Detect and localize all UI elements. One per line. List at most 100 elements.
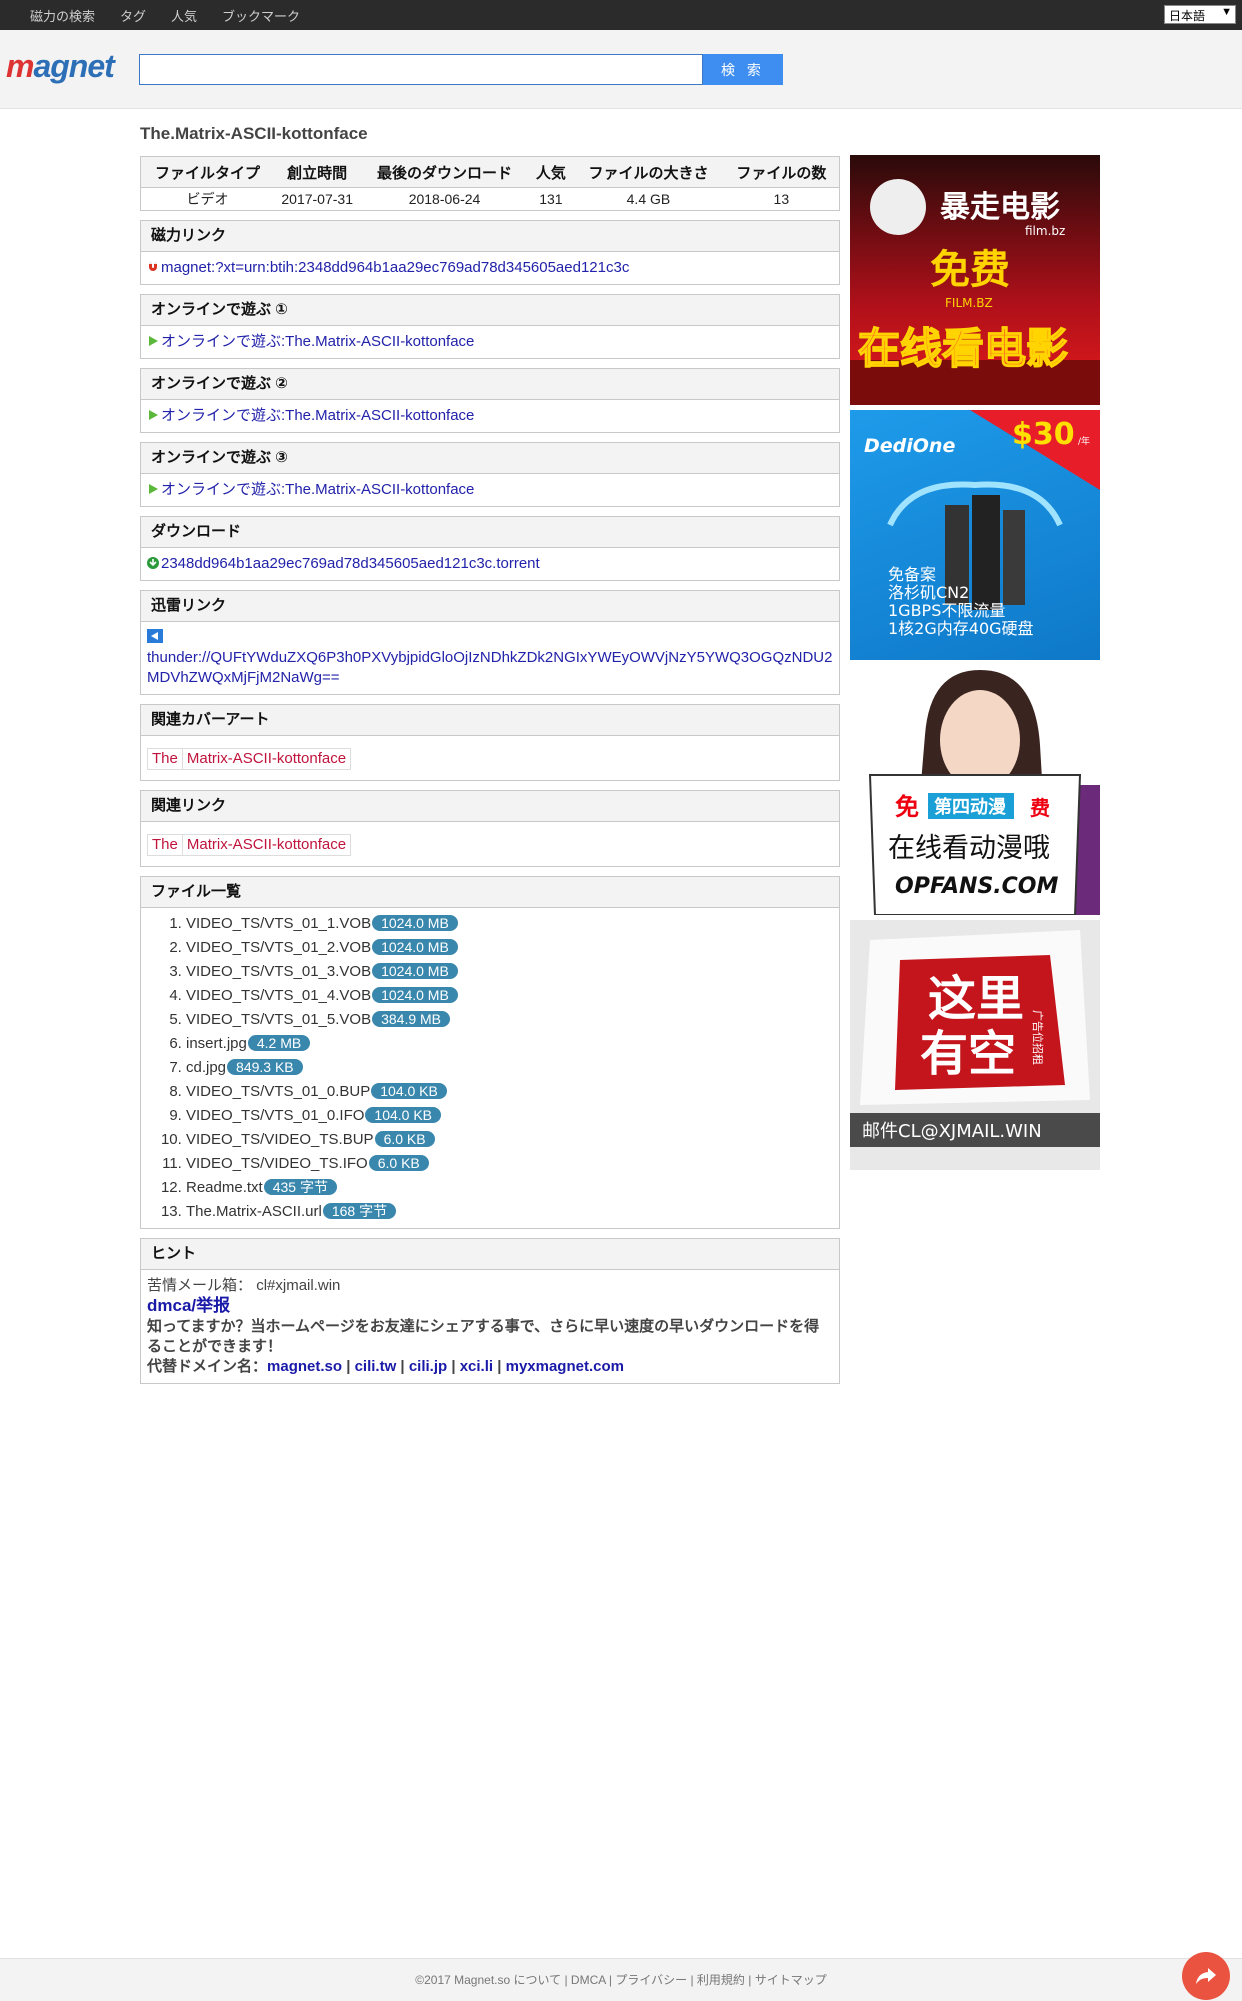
cover-tag[interactable]: The [147, 748, 183, 770]
domains-label: 代替ドメイン名： [147, 1358, 268, 1375]
ad-banner-space[interactable]: 这里 有空 广告位招租 邮件CL@XJMAIL.WIN [850, 920, 1100, 1170]
ad-opfans-art: 免 第四动漫 费 在线看动漫哦 OPFANS.COM [868, 670, 1100, 915]
file-name: VIDEO_TS/VTS_01_4.VOB [186, 987, 372, 1004]
download-heading: ダウンロード [141, 517, 839, 548]
language-select[interactable]: 日本語 ▼ [1164, 5, 1236, 24]
file-name: The.Matrix-ASCII.url [186, 1203, 322, 1220]
nav-item-popular[interactable]: 人気 [171, 6, 197, 25]
nav-item-bookmark[interactable]: ブックマーク [222, 6, 300, 25]
ad-dedione-line: 免备案 [888, 565, 936, 584]
ad-opfans-site: OPFANS.COM [895, 874, 1059, 899]
info-header-type: ファイルタイプ [140, 156, 274, 188]
related-tag[interactable]: Matrix-ASCII-kottonface [182, 834, 352, 856]
complaint-label: 苦情メール箱： [147, 1277, 253, 1294]
file-size-badge: 1024.0 MB [372, 915, 458, 931]
ad-opfans-free-left: 免 [895, 793, 919, 821]
file-item: The.Matrix-ASCII.url168 字节 [186, 1200, 839, 1224]
magnet-panel: 磁力リンク magnet:?xt=urn:btih:2348dd964b1aa2… [140, 220, 840, 285]
online-panel-2: オンラインで遊ぶ ② オンラインで遊ぶ:The.Matrix-ASCII-kot… [140, 368, 840, 433]
file-name: VIDEO_TS/VIDEO_TS.IFO [186, 1155, 368, 1172]
play-icon [149, 336, 158, 346]
ad-dedione-art: DediOne $30 /年 免备案 洛杉矶CN2 1GBPS不限流量 1核2G… [864, 410, 1100, 638]
file-name: cd.jpg [186, 1059, 227, 1076]
file-name: VIDEO_TS/VIDEO_TS.BUP [186, 1131, 374, 1148]
online-link-3[interactable]: オンラインで遊ぶ:The.Matrix-ASCII-kottonface [161, 481, 474, 498]
file-item: VIDEO_TS/VIDEO_TS.BUP6.0 KB [186, 1128, 839, 1152]
site-logo[interactable]: magnet [6, 48, 115, 85]
file-item: cd.jpg849.3 KB [186, 1056, 839, 1080]
search-button[interactable]: 検 索 [703, 54, 783, 85]
online-link-2[interactable]: オンラインで遊ぶ:The.Matrix-ASCII-kottonface [161, 407, 474, 424]
footer-text[interactable]: ©2017 Magnet.so について | DMCA | プライバシー | 利… [415, 1973, 826, 1987]
nav-item-search[interactable]: 磁力の検索 [30, 6, 95, 25]
file-size-badge: 849.3 KB [227, 1059, 303, 1075]
footer: ©2017 Magnet.so について | DMCA | プライバシー | 利… [0, 1958, 1242, 2001]
magnet-link[interactable]: magnet:?xt=urn:btih:2348dd964b1aa29ec769… [161, 259, 629, 276]
magnet-icon [149, 262, 157, 271]
nav-item-tags[interactable]: タグ [120, 6, 146, 25]
file-size-badge: 104.0 KB [365, 1107, 442, 1123]
file-item: VIDEO_TS/VTS_01_2.VOB1024.0 MB [186, 936, 839, 960]
top-nav: 磁力の検索 タグ 人気 ブックマーク [30, 0, 325, 30]
info-header-created: 創立時間 [273, 156, 361, 188]
file-size-badge: 384.9 MB [372, 1011, 451, 1027]
cover-panel: 関連カバーアート The Matrix-ASCII-kottonface [140, 704, 840, 781]
ad-space-side: 广告位招租 [1031, 1010, 1045, 1065]
search-input[interactable] [139, 54, 703, 85]
ad-dedione-line: 洛杉矶CN2 [888, 583, 969, 602]
file-item: insert.jpg4.2 MB [186, 1032, 839, 1056]
file-item: VIDEO_TS/VTS_01_3.VOB1024.0 MB [186, 960, 839, 984]
file-name: Readme.txt [186, 1179, 263, 1196]
file-item: VIDEO_TS/VTS_01_4.VOB1024.0 MB [186, 984, 839, 1008]
complaint-email: cl#xjmail.win [256, 1277, 341, 1294]
related-tag[interactable]: The [147, 834, 183, 856]
share-button[interactable] [1182, 1952, 1230, 2000]
online-heading-3: オンラインで遊ぶ ③ [141, 443, 839, 474]
file-name: VIDEO_TS/VTS_01_5.VOB [186, 1011, 372, 1028]
file-name: VIDEO_TS/VTS_01_3.VOB [186, 963, 372, 980]
domain-link[interactable]: magnet.so [267, 1358, 342, 1375]
magnet-heading: 磁力リンク [141, 221, 839, 252]
files-panel: ファイル一覧 VIDEO_TS/VTS_01_1.VOB1024.0 MBVID… [140, 876, 840, 1229]
ad-dedione-line: 1核2G内存40G硬盘 [888, 619, 1034, 638]
ad-opfans-free-right: 费 [1030, 796, 1050, 820]
thunder-panel: 迅雷リンク thunder://QUFtYWduZXQ6P3h0PXVybjpi… [140, 590, 840, 695]
domain-link[interactable]: cili.tw [355, 1358, 397, 1375]
logo-text: agnet [33, 48, 114, 84]
file-list: VIDEO_TS/VTS_01_1.VOB1024.0 MBVIDEO_TS/V… [141, 912, 839, 1224]
top-bar: 磁力の検索 タグ 人気 ブックマーク 日本語 ▼ [0, 0, 1242, 30]
info-type: ビデオ [186, 191, 229, 207]
ad-banner-filmbz[interactable]: 暴走电影 film.bz 免费 FILM.BZ 在线看电影 [850, 155, 1100, 405]
ad-dedione-per: /年 [1078, 435, 1090, 447]
file-item: VIDEO_TS/VIDEO_TS.IFO6.0 KB [186, 1152, 839, 1176]
file-item: VIDEO_TS/VTS_01_0.BUP104.0 KB [186, 1080, 839, 1104]
domain-link[interactable]: cili.jp [409, 1358, 447, 1375]
file-item: VIDEO_TS/VTS_01_5.VOB384.9 MB [186, 1008, 839, 1032]
info-file-count: 13 [773, 191, 790, 207]
file-name: VIDEO_TS/VTS_01_0.IFO [186, 1107, 365, 1124]
file-name: insert.jpg [186, 1035, 247, 1052]
dmca-link[interactable]: dmca/举报 [147, 1296, 230, 1315]
files-heading: ファイル一覧 [141, 877, 839, 908]
ad-banner-dedione[interactable]: DediOne $30 /年 免备案 洛杉矶CN2 1GBPS不限流量 1核2G… [850, 410, 1100, 660]
file-size-badge: 1024.0 MB [372, 987, 458, 1003]
thunder-heading: 迅雷リンク [141, 591, 839, 622]
ad-space-art: 这里 有空 广告位招租 邮件CL@XJMAIL.WIN [850, 930, 1100, 1147]
info-header-popularity: 人気 [528, 156, 574, 188]
online-heading-2: オンラインで遊ぶ ② [141, 369, 839, 400]
ad-dedione-price: $30 [1012, 417, 1075, 452]
domain-link[interactable]: myxmagnet.com [506, 1358, 624, 1375]
online-link-1[interactable]: オンラインで遊ぶ:The.Matrix-ASCII-kottonface [161, 333, 474, 350]
cover-tag[interactable]: Matrix-ASCII-kottonface [182, 748, 352, 770]
torrent-link[interactable]: 2348dd964b1aa29ec769ad78d345605aed121c3c… [161, 555, 540, 572]
ad-filmbz-title: 暴走电影 [940, 190, 1060, 225]
info-last-download: 2018-06-24 [408, 191, 481, 207]
file-size-badge: 4.2 MB [247, 1035, 311, 1051]
hint-heading: ヒント [141, 1239, 839, 1270]
torrent-icon [147, 557, 159, 569]
ad-banner-opfans[interactable]: 免 第四动漫 费 在线看动漫哦 OPFANS.COM [850, 665, 1100, 915]
ad-filmbz-art: 暴走电影 film.bz 免费 FILM.BZ 在线看电影 [850, 179, 1100, 405]
domain-link[interactable]: xci.li [460, 1358, 493, 1375]
thunder-link[interactable]: thunder://QUFtYWduZXQ6P3h0PXVybjpidGloOj… [147, 649, 832, 686]
info-created: 2017-07-31 [281, 191, 353, 207]
